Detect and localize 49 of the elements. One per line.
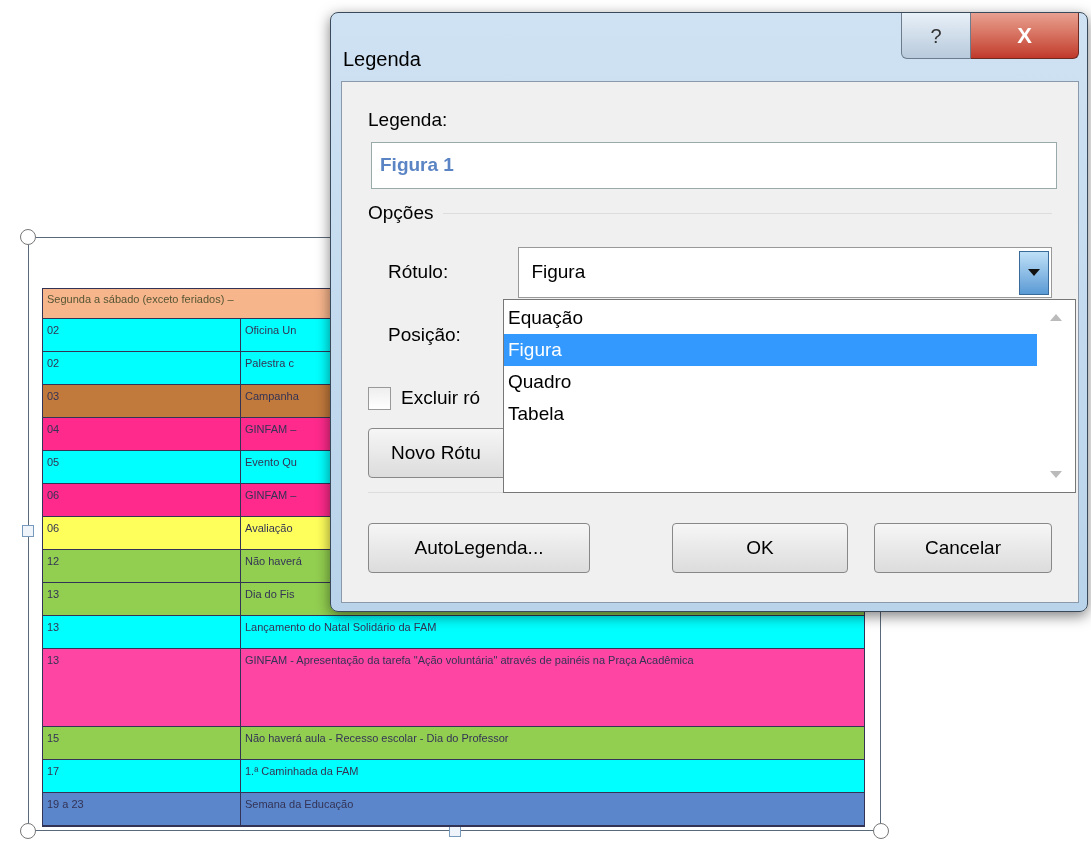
autocaption-button[interactable]: AutoLegenda...: [368, 523, 590, 573]
event-text: Lançamento do Natal Solidário da FAM: [245, 621, 437, 633]
field-label: Legenda:: [368, 108, 449, 132]
table-cell: 06: [43, 484, 241, 516]
field-label: Posição:: [388, 324, 461, 345]
event-text: Campanha: [245, 390, 299, 402]
event-text: GINFAM - Apresentação da tarefa "Ação voluntária" através de painéis na Praça Acadêmica: [245, 653, 695, 667]
event-text: Oficina Un: [245, 324, 297, 336]
cancel-button[interactable]: Cancelar: [874, 523, 1052, 573]
table-cell: 02: [43, 319, 241, 351]
ok-button[interactable]: OK: [672, 523, 848, 573]
table-cell: 03: [43, 385, 241, 417]
list-option[interactable]: Tabela: [504, 398, 1037, 430]
table-cell: 02: [43, 352, 241, 384]
table-cell: 15: [43, 727, 241, 759]
event-text: Não haverá aula - Recesso escolar - Dia do Professor: [245, 732, 509, 744]
help-button[interactable]: ?: [901, 13, 971, 59]
field-label: Rótulo:: [388, 260, 450, 285]
resize-handle[interactable]: [20, 823, 36, 839]
table-header-text: Segunda a sábado (exceto feriados) –: [47, 293, 234, 305]
resize-handle[interactable]: [873, 823, 889, 839]
table-cell: 05: [43, 451, 241, 483]
table-cell: 19 a 23: [43, 793, 241, 825]
table-cell: 13: [43, 583, 241, 615]
resize-handle[interactable]: [22, 525, 34, 537]
event-text: Evento Qu: [245, 456, 297, 468]
resize-handle[interactable]: [20, 229, 36, 245]
event-text: GINFAM –: [245, 489, 297, 501]
table-cell: 13: [43, 616, 241, 648]
caption-input-field[interactable]: Figura 1: [371, 142, 1057, 189]
label-dropdown[interactable]: Figura: [518, 247, 1052, 298]
event-text: 1.ª Caminhada da FAM: [245, 765, 359, 777]
table-cell: 06: [43, 517, 241, 549]
table-cell: 04: [43, 418, 241, 450]
table-cell: 12: [43, 550, 241, 582]
checkbox-label: Excluir ró: [401, 385, 481, 410]
event-text: Dia do Fis: [245, 588, 295, 600]
table-cell: 17: [43, 760, 241, 792]
list-option[interactable]: Quadro: [504, 366, 1037, 398]
table-cell: 13: [43, 649, 241, 726]
checkbox[interactable]: [368, 386, 391, 410]
event-text: Não haverá: [245, 555, 302, 567]
event-text: Semana da Educação: [245, 798, 354, 810]
event-text: GINFAM –: [245, 423, 297, 435]
dialog-title: Legenda: [343, 47, 421, 71]
event-text: Avaliação: [245, 522, 293, 534]
event-text: Palestra c: [245, 357, 294, 369]
section-heading: Opções: [368, 201, 434, 225]
list-option[interactable]: Equação: [504, 302, 1037, 334]
